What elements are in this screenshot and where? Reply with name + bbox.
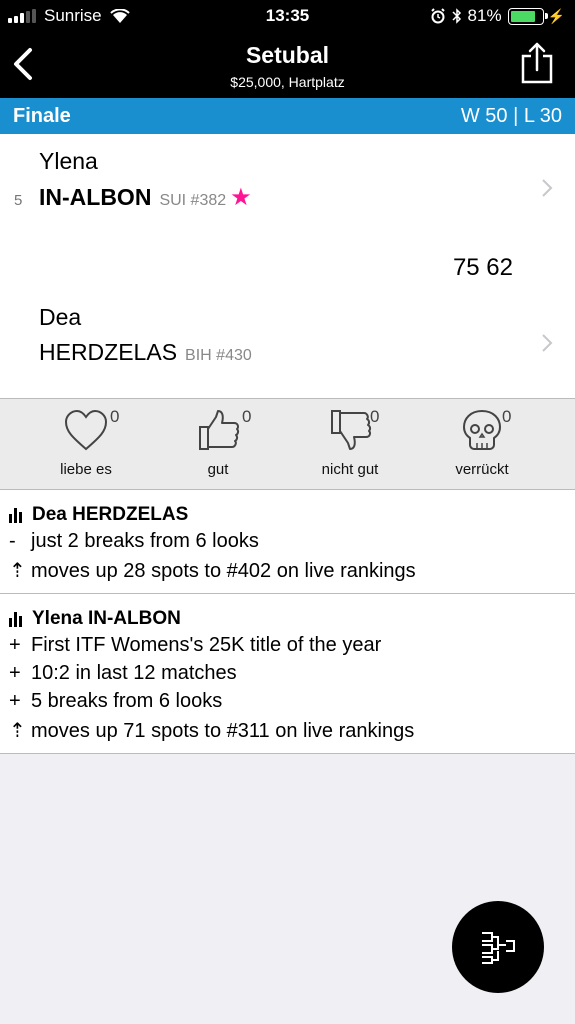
stat-line: + 5 breaks from 6 looks [9,690,222,713]
match-card: 5 Ylena IN-ALBON SUI #382 ★ 75 62 Dea HE… [0,134,575,398]
reaction-good-button[interactable]: 0 gut [158,407,278,478]
player2-first-name: Dea [39,304,82,330]
stat-mark: + [9,662,21,684]
thumbs-down-icon [331,410,372,450]
stat-text: moves up 71 spots to #311 on live rankin… [31,720,415,742]
stat-line: ⇡ moves up 28 spots to #402 on live rank… [9,558,416,583]
win-loss-record: W 50 | L 30 [460,105,562,127]
stat-line: ⇡ moves up 71 spots to #311 on live rank… [9,718,414,743]
reaction-bar: 0 liebe es 0 gut 0 nicht gut 0 verrückt [0,398,575,490]
love-count: 0 [110,407,120,426]
player1-first-name: Ylena [39,148,98,174]
stat-mark: + [9,690,21,712]
stat-text: moves up 28 spots to #402 on live rankin… [31,560,416,582]
stats-block-player2: Dea HERDZELAS - just 2 breaks from 6 loo… [0,490,575,594]
not-good-count: 0 [370,407,380,426]
player2-country-rank: BIH #430 [185,347,252,364]
round-header: Finale W 50 | L 30 [0,98,575,134]
not-good-label: nicht gut [321,461,379,478]
reaction-not-good-button[interactable]: 0 nicht gut [290,407,410,478]
reaction-love-button[interactable]: 0 liebe es [26,407,146,478]
stats-block-player1: Ylena IN-ALBON + First ITF Womens's 25K … [0,594,575,754]
good-label: gut [207,461,229,478]
draw-bracket-button[interactable] [452,901,544,993]
status-right: 81% ⚡ [430,6,565,26]
skull-icon [462,409,502,450]
match-score: 75 62 [452,254,513,281]
chevron-right-icon[interactable] [541,178,553,198]
rank-up-icon: ⇡ [9,560,26,582]
good-count: 0 [242,407,252,426]
stat-line: + First ITF Womens's 25K title of the ye… [9,634,381,657]
round-name: Finale [13,105,71,127]
crazy-count: 0 [502,407,512,426]
share-icon [521,42,553,84]
page-title: Setubal [245,42,330,68]
player2-row[interactable]: Dea HERDZELAS BIH #430 [39,304,252,366]
love-label: liebe es [60,461,112,478]
nav-bar: Setubal $25,000, Hartplatz [0,34,575,98]
stats-bar-chart-icon [9,507,24,523]
player1-seed: 5 [14,192,23,209]
player1-country-rank: SUI #382 [159,192,227,209]
thumbs-up-icon [199,410,240,450]
stat-text: 5 breaks from 6 looks [31,690,223,712]
heart-icon [64,409,108,451]
stats-header: Dea HERDZELAS [9,504,188,526]
alarm-icon [430,8,445,24]
stat-mark: + [9,634,21,656]
player2-last-name: HERDZELAS [39,339,178,365]
status-bar: Sunrise 13:35 81% ⚡ [0,0,575,34]
page-subtitle: $25,000, Hartplatz [230,74,345,90]
reaction-crazy-button[interactable]: 0 verrückt [422,407,542,478]
stats-bar-chart-icon [9,611,24,627]
rank-up-icon: ⇡ [9,720,26,742]
bluetooth-icon [452,8,461,24]
bracket-icon [482,932,515,964]
favorite-star-icon[interactable]: ★ [230,183,252,212]
stats-player-name: Dea HERDZELAS [32,504,189,525]
stat-mark: - [9,530,16,552]
player1-row[interactable]: Ylena IN-ALBON SUI #382 ★ [39,148,252,212]
battery-icon [507,7,548,25]
charging-icon: ⚡ [547,7,565,24]
stat-line: - just 2 breaks from 6 looks [9,530,259,553]
stat-text: 10:2 in last 12 matches [31,662,237,684]
stats-player-name: Ylena IN-ALBON [32,608,181,629]
crazy-label: verrückt [455,461,509,478]
stats-header: Ylena IN-ALBON [9,608,181,630]
share-button[interactable] [521,42,553,84]
player1-last-name: IN-ALBON [39,184,152,210]
stat-text: First ITF Womens's 25K title of the year [31,634,382,656]
stat-text: just 2 breaks from 6 looks [31,530,259,552]
battery-percent: 81% [467,6,502,25]
chevron-right-icon[interactable] [541,333,553,353]
stat-line: + 10:2 in last 12 matches [9,662,237,685]
